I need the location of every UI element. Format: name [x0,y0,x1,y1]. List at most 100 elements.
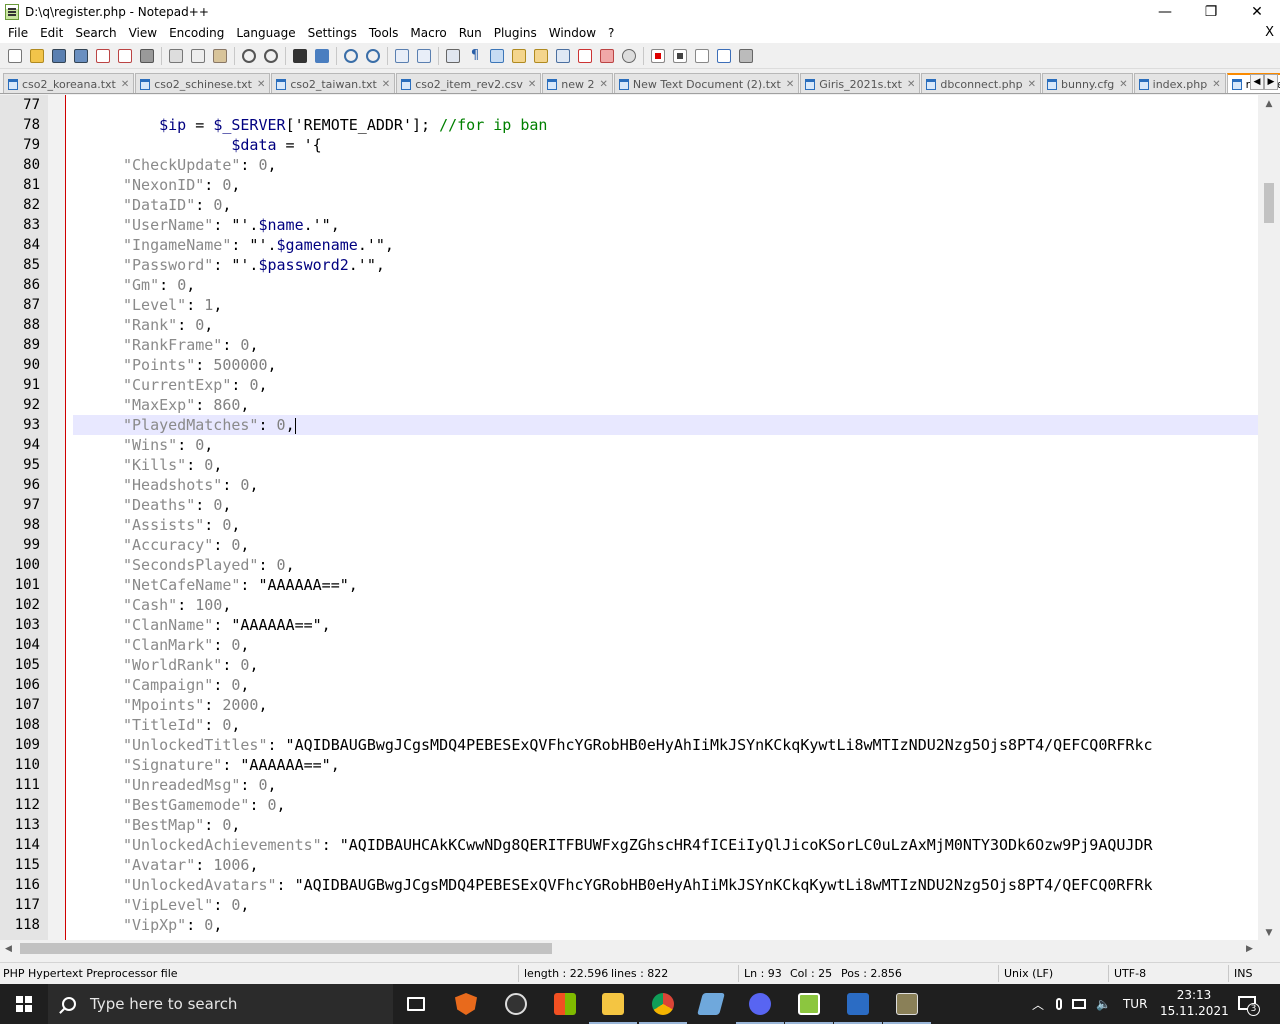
menu-plugins[interactable]: Plugins [488,26,543,40]
run-macro-multiple-icon[interactable] [713,46,735,66]
code-line[interactable]: 114 "UnlockedAchievements": "AQIDBAUHCAkK… [0,835,1258,855]
doc-map-icon[interactable] [530,46,552,66]
code-line[interactable]: 118 "VipXp": 0, [0,915,1258,935]
function-list-icon[interactable] [574,46,596,66]
sync-vertical-icon[interactable] [391,46,413,66]
code-line[interactable]: 86 "Gm": 0, [0,275,1258,295]
code-line[interactable]: 93 "PlayedMatches": 0, [0,415,1258,435]
undo-icon[interactable] [238,46,260,66]
code-line[interactable]: 111 "UnreadedMsg": 0, [0,775,1258,795]
minimize-button[interactable]: — [1142,0,1188,23]
shield-app-icon[interactable] [442,984,490,1024]
tab-index-php[interactable]: index.php ✕ [1133,73,1226,93]
code-line[interactable]: 94 "Wins": 0, [0,435,1258,455]
tab-scroll-right-icon[interactable]: ▶ [1264,74,1278,90]
code-line[interactable]: 97 "Deaths": 0, [0,495,1258,515]
vertical-scroll-thumb[interactable] [1264,183,1274,223]
zoom-out-icon[interactable] [362,46,384,66]
menu-run[interactable]: Run [453,26,488,40]
code-line[interactable]: 82 "DataID": 0, [0,195,1258,215]
save-macro-icon[interactable] [735,46,757,66]
cut-icon[interactable] [165,46,187,66]
network-icon[interactable] [1072,999,1087,1009]
close-button[interactable]: ✕ [1234,0,1280,23]
tab-giris-2021s-txt[interactable]: Giris_2021s.txt ✕ [800,73,921,93]
discord-icon[interactable] [736,984,784,1024]
tab-close-icon[interactable]: ✕ [1212,79,1220,90]
notepadpp-app-icon[interactable] [5,3,19,20]
play-macro-icon[interactable] [691,46,713,66]
obs-icon[interactable] [492,984,540,1024]
scroll-right-icon[interactable]: ▶ [1241,940,1258,957]
menu-tools[interactable]: Tools [363,26,405,40]
tab-dbconnect-php[interactable]: dbconnect.php ✕ [921,73,1042,93]
tab-new-text-document-2-txt[interactable]: New Text Document (2).txt ✕ [613,73,800,93]
indent-guide-icon[interactable] [486,46,508,66]
redo-icon[interactable] [260,46,282,66]
code-line[interactable]: 110 "Signature": "AAAAAA==", [0,755,1258,775]
code-line[interactable]: 92 "MaxExp": 860, [0,395,1258,415]
sync-horizontal-icon[interactable] [413,46,435,66]
code-line[interactable]: 81 "NexonID": 0, [0,175,1258,195]
code-line[interactable]: 99 "Accuracy": 0, [0,535,1258,555]
horizontal-scrollbar[interactable]: ◀ ▶ [0,940,1258,957]
paste-icon[interactable] [209,46,231,66]
code-line[interactable]: 88 "Rank": 0, [0,315,1258,335]
menu-macro[interactable]: Macro [404,26,452,40]
code-line[interactable]: 107 "Mpoints": 2000, [0,695,1258,715]
task-view-icon[interactable] [392,984,440,1024]
file-explorer-icon[interactable] [589,984,637,1024]
word-wrap-icon[interactable] [442,46,464,66]
start-button[interactable] [0,984,48,1024]
code-line[interactable]: 102 "Cash": 100, [0,595,1258,615]
zoom-in-icon[interactable] [340,46,362,66]
save-icon[interactable] [48,46,70,66]
tab-scroll-left-icon[interactable]: ◀ [1250,74,1264,90]
close-file-icon[interactable] [92,46,114,66]
code-line[interactable]: 105 "WorldRank": 0, [0,655,1258,675]
code-line[interactable]: 108 "TitleId": 0, [0,715,1258,735]
horizontal-scroll-thumb[interactable] [20,943,552,954]
code-line[interactable]: 95 "Kills": 0, [0,455,1258,475]
editor-app-icon[interactable] [687,984,735,1024]
code-line[interactable]: 96 "Headshots": 0, [0,475,1258,495]
save-all-icon[interactable] [70,46,92,66]
open-file-icon[interactable] [26,46,48,66]
taskbar-search-box[interactable]: Type here to search [48,984,393,1024]
code-line[interactable]: 103 "ClanName": "AAAAAA==", [0,615,1258,635]
remote-desktop-icon[interactable] [834,984,882,1024]
menu-encoding[interactable]: Encoding [163,26,230,40]
menu-language[interactable]: Language [230,26,301,40]
tab-cso2-koreana-txt[interactable]: cso2_koreana.txt ✕ [3,73,135,93]
chrome-icon[interactable] [639,984,687,1024]
menu-view[interactable]: View [123,26,163,40]
menu-window[interactable]: Window [543,26,602,40]
tab-close-icon[interactable]: ✕ [907,79,915,90]
tab-cso2-item-rev2-csv[interactable]: cso2_item_rev2.csv ✕ [396,73,542,93]
code-line[interactable]: 91 "CurrentExp": 0, [0,375,1258,395]
tab-close-icon[interactable]: ✕ [600,79,608,90]
code-line[interactable]: 106 "Campaign": 0, [0,675,1258,695]
monitoring-icon[interactable] [618,46,640,66]
code-line[interactable]: 109 "UnlockedTitles": "AQIDBAUGBwgJCgsMDQ… [0,735,1258,755]
clock[interactable]: 23:13 15.11.2021 [1160,987,1229,1019]
tab-close-icon[interactable]: ✕ [1119,79,1127,90]
status-eol[interactable]: Unix (LF) [1004,967,1053,980]
print-icon[interactable] [136,46,158,66]
code-line[interactable]: 115 "Avatar": 1006, [0,855,1258,875]
maximize-button[interactable]: ❐ [1188,0,1234,23]
code-line[interactable]: 89 "RankFrame": 0, [0,335,1258,355]
scroll-down-icon[interactable]: ▼ [1258,924,1280,941]
record-macro-icon[interactable] [647,46,669,66]
code-line[interactable]: 85 "Password": "'.$password2.'", [0,255,1258,275]
tab-cso2-taiwan-txt[interactable]: cso2_taiwan.txt ✕ [271,73,396,93]
scroll-up-icon[interactable]: ▲ [1258,95,1280,112]
code-editor[interactable]: 77 78 $ip = $_SERVER['REMOTE_ADDR']; //fo… [0,95,1280,941]
new-file-icon[interactable] [4,46,26,66]
code-line[interactable]: 83 "UserName": "'.$name.'", [0,215,1258,235]
status-encoding[interactable]: UTF-8 [1114,967,1146,980]
microphone-icon[interactable] [1056,998,1063,1010]
tab-cso2-schinese-txt[interactable]: cso2_schinese.txt ✕ [135,73,271,93]
code-line[interactable]: 112 "BestGamemode": 0, [0,795,1258,815]
udl-icon[interactable] [508,46,530,66]
